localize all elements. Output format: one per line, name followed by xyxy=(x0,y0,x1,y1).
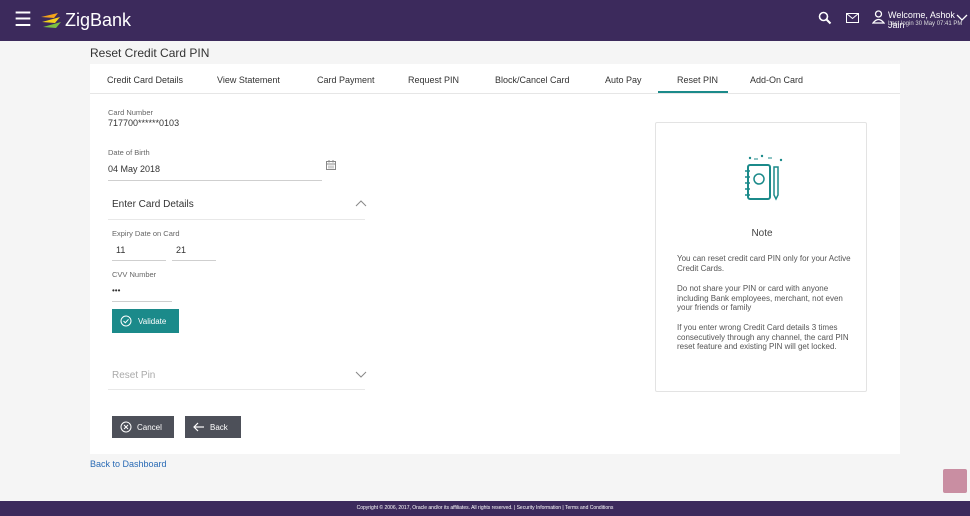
validate-label: Validate xyxy=(138,316,167,326)
cancel-button[interactable]: Cancel xyxy=(112,416,174,438)
page-title: Reset Credit Card PIN xyxy=(90,46,210,60)
floating-action-button[interactable] xyxy=(943,469,967,493)
validate-button[interactable]: Validate xyxy=(112,309,179,333)
tab-reset-pin[interactable]: Reset PIN xyxy=(677,75,718,85)
cvv-input[interactable]: ••• xyxy=(112,286,120,295)
cvv-underline xyxy=(112,301,172,302)
tab-view-statement[interactable]: View Statement xyxy=(217,75,280,85)
expiry-month-underline xyxy=(112,260,166,261)
close-circle-icon xyxy=(120,421,132,433)
enter-card-details-header[interactable]: Enter Card Details xyxy=(112,199,194,210)
calendar-icon[interactable] xyxy=(326,160,336,170)
note-paragraph-2: Do not share your PIN or card with anyon… xyxy=(677,284,843,312)
tab-card-payment[interactable]: Card Payment xyxy=(317,75,375,85)
menu-icon[interactable]: ☰ xyxy=(14,10,32,30)
dob-input[interactable]: 04 May 2018 xyxy=(108,164,160,174)
tab-bar: Credit Card Details View Statement Card … xyxy=(90,64,900,94)
chevron-down-icon[interactable] xyxy=(956,14,968,22)
note-panel: Note You can reset credit card PIN only … xyxy=(655,122,867,392)
logo[interactable]: ZigBank xyxy=(40,10,131,31)
mail-icon[interactable] xyxy=(846,13,859,23)
content-card: Credit Card Details View Statement Card … xyxy=(90,64,900,454)
back-label: Back xyxy=(210,422,228,432)
check-circle-icon xyxy=(120,315,132,327)
page-body: Reset Credit Card PIN Credit Card Detail… xyxy=(0,41,970,501)
tab-block-cancel-card[interactable]: Block/Cancel Card xyxy=(495,75,570,85)
cvv-label: CVV Number xyxy=(112,270,157,279)
note-title: Note xyxy=(751,228,773,239)
active-tab-indicator xyxy=(658,91,728,93)
back-button[interactable]: Back xyxy=(185,416,241,438)
chevron-down-icon[interactable] xyxy=(355,371,367,378)
tab-auto-pay[interactable]: Auto Pay xyxy=(605,75,642,85)
arrow-left-icon xyxy=(193,422,204,432)
reset-pin-divider xyxy=(108,389,365,390)
chevron-up-icon[interactable] xyxy=(355,200,367,207)
back-to-dashboard-link[interactable]: Back to Dashboard xyxy=(90,459,167,469)
brand-name: ZigBank xyxy=(65,10,132,30)
card-number-value: 717700******0103 xyxy=(108,118,180,128)
expiry-year-underline xyxy=(172,260,216,261)
tab-request-pin[interactable]: Request PIN xyxy=(408,75,459,85)
section-divider xyxy=(108,219,365,220)
top-bar: ☰ ZigBank Welcome, Ashok Jain Last login… xyxy=(0,0,970,41)
zigbank-logo-icon xyxy=(41,12,61,28)
search-icon[interactable] xyxy=(818,11,832,25)
expiry-year-input[interactable]: 21 xyxy=(176,245,186,255)
reset-pin-header[interactable]: Reset Pin xyxy=(112,370,155,381)
dob-label: Date of Birth xyxy=(108,148,150,157)
user-icon[interactable] xyxy=(872,10,885,24)
expiry-month-input[interactable]: 11 xyxy=(116,245,125,255)
cancel-label: Cancel xyxy=(137,422,162,432)
note-paragraph-3: If you enter wrong Credit Card details 3… xyxy=(677,323,849,351)
notepad-icon xyxy=(745,154,783,201)
last-login-text: Last login 30 May 07:41 PM xyxy=(888,21,963,27)
expiry-label: Expiry Date on Card xyxy=(112,229,180,238)
note-paragraph-1: You can reset credit card PIN only for y… xyxy=(677,254,851,273)
dob-underline xyxy=(108,180,322,181)
card-number-label: Card Number xyxy=(108,108,154,117)
tab-add-on-card[interactable]: Add-On Card xyxy=(750,75,803,85)
tab-credit-card-details[interactable]: Credit Card Details xyxy=(107,75,183,85)
footer: Copyright © 2006, 2017, Oracle and/or it… xyxy=(0,501,970,516)
